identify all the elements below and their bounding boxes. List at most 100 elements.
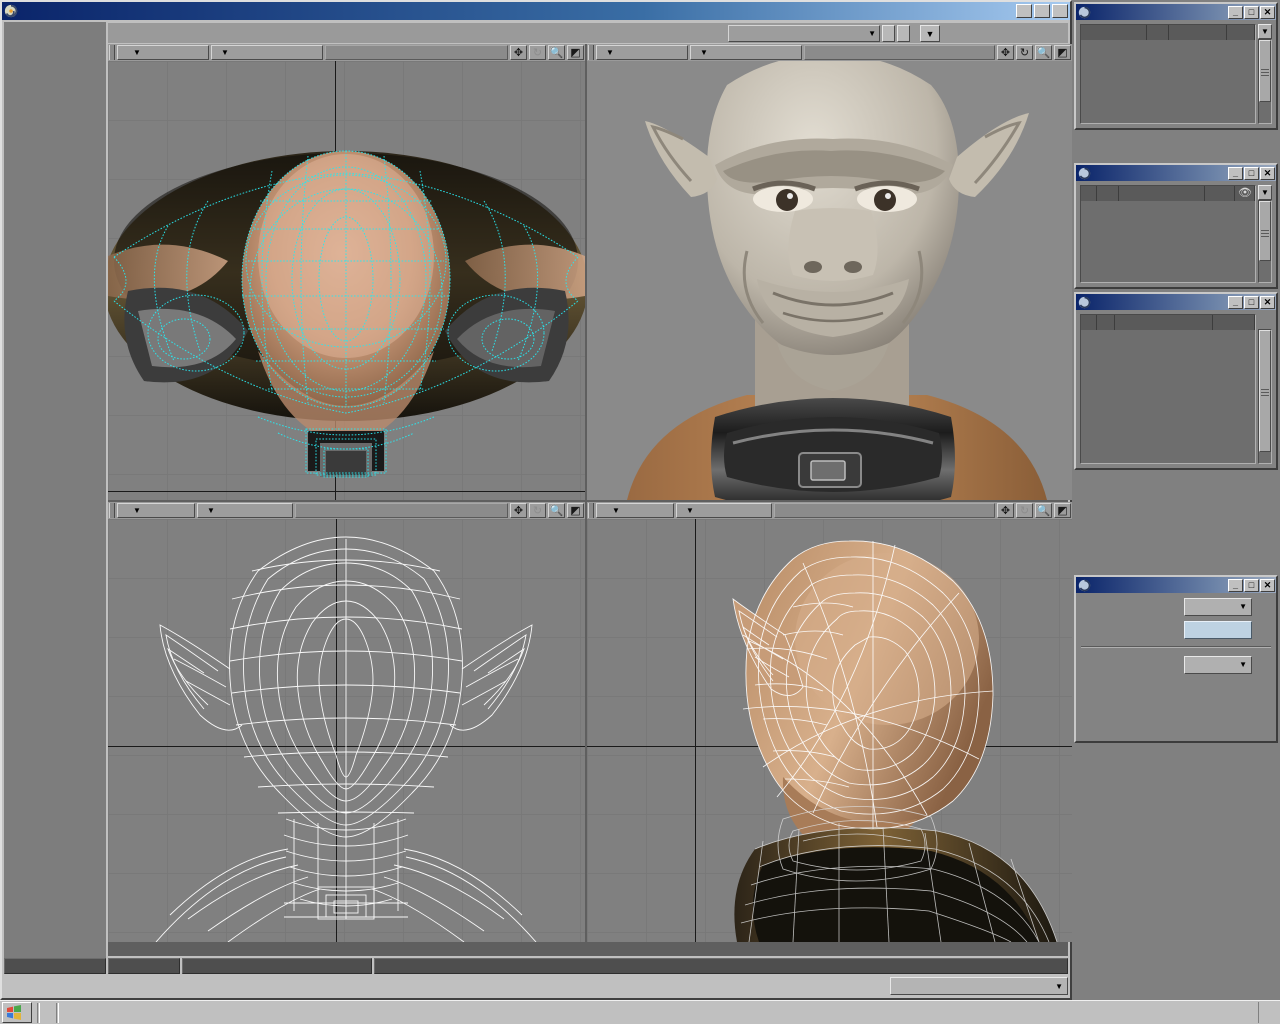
chevron-down-icon: ▼ <box>686 506 694 515</box>
viewport-perspective-body[interactable] <box>587 61 1072 500</box>
maximize-viewport-icon[interactable]: ◩ <box>567 45 584 60</box>
window-titlebar <box>2 2 1070 20</box>
viewport-perspective-render-dropdown[interactable]: ▼ <box>690 45 802 60</box>
prev-layer-button[interactable] <box>882 24 895 42</box>
zoom-icon[interactable]: 🔍 <box>1035 45 1052 60</box>
falloff-dropdown[interactable]: ▼ <box>1184 655 1252 674</box>
selection-count-field <box>108 958 180 974</box>
panel-menu-icon[interactable]: ▼ <box>1258 185 1272 200</box>
panel-menu-icon[interactable]: ▼ <box>1258 24 1272 39</box>
close-button[interactable]: ✕ <box>1260 578 1275 592</box>
maximize-viewport-icon[interactable]: ◩ <box>1054 45 1071 60</box>
model-top-view <box>108 150 585 478</box>
maximize-button[interactable] <box>1034 4 1050 18</box>
move-icon[interactable]: ✥ <box>510 45 527 60</box>
close-button[interactable] <box>1052 4 1068 18</box>
apply-button[interactable] <box>1184 620 1252 639</box>
scrollbar-track[interactable] <box>1258 39 1272 124</box>
scrollbar-thumb[interactable] <box>1259 330 1271 452</box>
viewport-back-render-dropdown[interactable]: ▼ <box>197 503 293 518</box>
scrollbar-track[interactable] <box>1258 329 1272 464</box>
viewport-back[interactable]: ▼ ▼ ✥ ↻ 🔍 ◩ <box>108 502 585 942</box>
point-statistics-list: ▼ <box>1080 314 1272 464</box>
viewport-drag-handle[interactable] <box>109 503 115 518</box>
col-sel <box>1147 25 1169 40</box>
viewport-perspective[interactable]: ▼ ▼ ✥ ↻ 🔍 ◩ <box>587 44 1072 500</box>
maximize-button[interactable]: □ <box>1244 166 1259 180</box>
zoom-icon[interactable]: 🔍 <box>548 503 565 518</box>
viewport-right-body[interactable] <box>587 519 1072 942</box>
scrollbar-thumb[interactable] <box>1259 40 1271 102</box>
object-selector-bar: ▼ ▼ <box>728 24 1066 42</box>
windows-taskbar <box>0 1000 1280 1024</box>
move-icon[interactable]: ✥ <box>997 503 1014 518</box>
minimize-button[interactable]: _ <box>1228 166 1243 180</box>
layers-scroll[interactable]: ▼ <box>1258 185 1272 283</box>
viewport-drag-handle[interactable] <box>588 503 594 518</box>
layers-list: 👁 ▼ <box>1080 185 1272 283</box>
model-perspective-view <box>627 61 1047 500</box>
close-button[interactable]: ✕ <box>1260 295 1275 309</box>
minimize-button[interactable]: _ <box>1228 578 1243 592</box>
chevron-down-icon: ▼ <box>133 48 141 57</box>
next-layer-button[interactable] <box>897 24 910 42</box>
maximize-button[interactable]: □ <box>1244 578 1259 592</box>
start-button[interactable] <box>2 1002 32 1023</box>
minimize-button[interactable] <box>1016 4 1032 18</box>
rotate-icon[interactable]: ↻ <box>1016 503 1033 518</box>
viewport-top-render-dropdown[interactable]: ▼ <box>211 45 323 60</box>
viewport-top-view-dropdown[interactable]: ▼ <box>117 45 209 60</box>
surface-dropdown[interactable]: ▼ <box>890 977 1068 995</box>
viewport-right-view-dropdown[interactable]: ▼ <box>596 503 674 518</box>
viewport-top[interactable]: ▼ ▼ ✥ ↻ 🔍 ◩ <box>108 44 585 500</box>
viewport-back-spacer <box>295 503 508 518</box>
zoom-icon[interactable]: 🔍 <box>1035 503 1052 518</box>
rotate-icon[interactable]: ↻ <box>1016 45 1033 60</box>
viewport-perspective-view-dropdown[interactable]: ▼ <box>596 45 688 60</box>
numeric-move-tool-body: ▼ ▼ <box>1076 593 1276 741</box>
point-statistics-scroll[interactable]: ▼ <box>1258 314 1272 464</box>
minimize-button[interactable]: _ <box>1228 295 1243 309</box>
taskbar-separator <box>56 1002 59 1023</box>
rotate-icon[interactable]: ↻ <box>529 503 546 518</box>
layer-dropdown-button[interactable]: ▼ <box>920 24 940 42</box>
viewport-right-render-dropdown[interactable]: ▼ <box>676 503 772 518</box>
viewport-back-body[interactable] <box>108 519 585 942</box>
viewport-drag-handle[interactable] <box>588 45 594 60</box>
vertex-maps-table[interactable] <box>1080 24 1256 124</box>
col-num <box>1205 186 1235 201</box>
model-back-view <box>155 536 537 942</box>
rotate-icon[interactable]: ↻ <box>529 45 546 60</box>
point-statistics-panel: _ □ ✕ ▼ <box>1074 292 1278 470</box>
selection-info-field-2 <box>374 958 1068 974</box>
actions-dropdown[interactable]: ▼ <box>1184 597 1252 616</box>
zoom-icon[interactable]: 🔍 <box>548 45 565 60</box>
lightwave-logo-icon <box>1078 167 1091 179</box>
close-button[interactable]: ✕ <box>1260 5 1275 19</box>
viewport-right[interactable]: ▼ ▼ ✥ ↻ 🔍 ◩ <box>587 502 1072 942</box>
move-icon[interactable]: ✥ <box>510 503 527 518</box>
col-sketch <box>1227 25 1255 40</box>
viewport-top-body[interactable] <box>108 61 585 500</box>
maximize-button[interactable]: □ <box>1244 5 1259 19</box>
viewport-right-header: ▼ ▼ ✥ ↻ 🔍 ◩ <box>587 502 1072 519</box>
scrollbar-thumb[interactable] <box>1259 201 1271 261</box>
maximize-button[interactable]: □ <box>1244 295 1259 309</box>
move-icon[interactable]: ✥ <box>997 45 1014 60</box>
minimize-button[interactable]: _ <box>1228 5 1243 19</box>
close-button[interactable]: ✕ <box>1260 166 1275 180</box>
layers-table[interactable]: 👁 <box>1080 185 1256 283</box>
selection-status-bar <box>108 958 1068 974</box>
maximize-viewport-icon[interactable]: ◩ <box>1054 503 1071 518</box>
maximize-viewport-icon[interactable]: ◩ <box>567 503 584 518</box>
object-dropdown[interactable]: ▼ <box>728 24 880 42</box>
scrollbar-track[interactable] <box>1258 200 1272 283</box>
lightwave-logo-icon <box>1078 6 1091 18</box>
viewport-back-view-dropdown[interactable]: ▼ <box>117 503 195 518</box>
chevron-down-icon: ▼ <box>612 506 620 515</box>
point-statistics-table[interactable] <box>1080 314 1256 464</box>
vertex-maps-scroll[interactable]: ▼ <box>1258 24 1272 124</box>
layers-panel: _ □ ✕ 👁 ▼ <box>1074 163 1278 289</box>
viewport-drag-handle[interactable] <box>109 45 115 60</box>
falloff-row: ▼ <box>1079 654 1273 675</box>
